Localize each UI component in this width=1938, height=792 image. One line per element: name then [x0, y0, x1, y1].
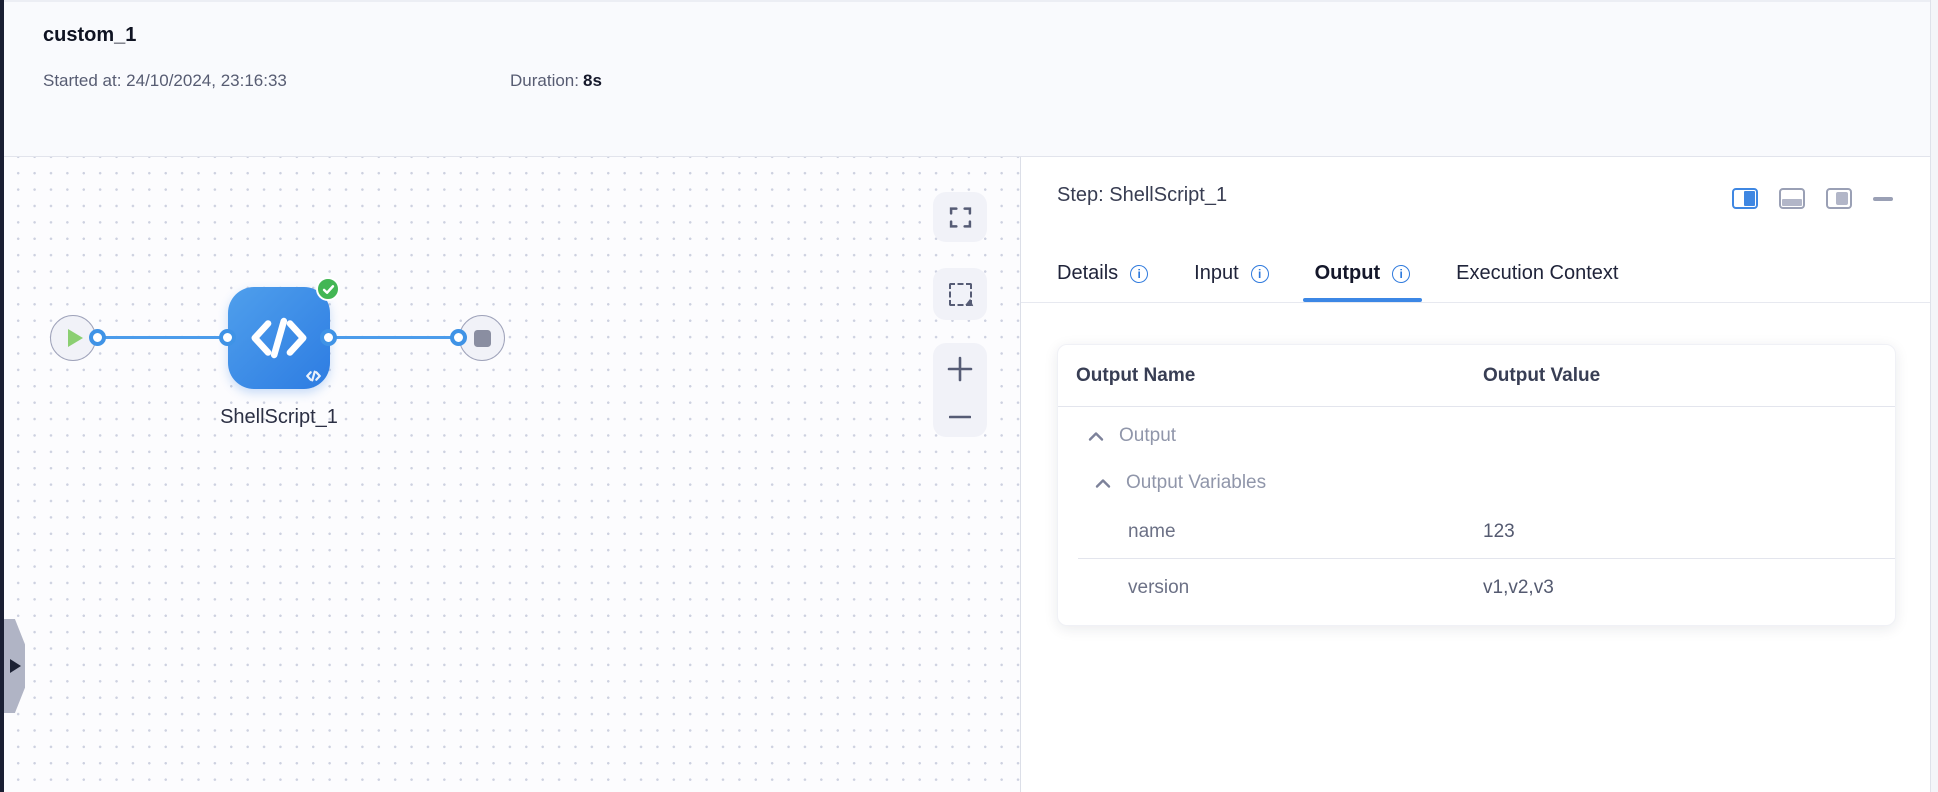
table-row-name: name 123: [1058, 506, 1895, 558]
fit-view-button[interactable]: [933, 192, 987, 242]
info-icon[interactable]: [1392, 264, 1411, 283]
info-icon[interactable]: [1130, 264, 1149, 283]
chevron-up-icon[interactable]: [1095, 478, 1111, 489]
port-end-in[interactable]: [450, 329, 467, 346]
tab-input[interactable]: Input: [1194, 262, 1269, 302]
tab-details[interactable]: Details: [1057, 262, 1149, 302]
run-started-at: Started at: 24/10/2024, 23:16:33: [43, 71, 287, 91]
sidebar-expand-handle[interactable]: [4, 619, 25, 713]
tab-output-label: Output: [1314, 262, 1381, 284]
workflow-canvas[interactable]: ShellScript_1: [4, 157, 1021, 792]
zoom-controls: [933, 343, 987, 437]
success-badge: [316, 277, 340, 301]
tabs-row: Details Input Output Execution Context: [1021, 157, 1930, 303]
marquee-cursor-icon: [964, 298, 976, 309]
group-label: Output Variables: [1126, 472, 1267, 493]
info-icon[interactable]: [1250, 264, 1269, 283]
zoom-out-icon[interactable]: [949, 414, 971, 420]
run-header: custom_1 Started at: 24/10/2024, 23:16:3…: [4, 0, 1930, 157]
marquee-select-button[interactable]: [933, 268, 987, 320]
scrollbar-gutter[interactable]: [1930, 0, 1938, 792]
table-row-version: version v1,v2,v3: [1058, 559, 1895, 617]
output-name-cell: name: [1128, 521, 1176, 542]
tab-execution-context-label: Execution Context: [1456, 262, 1619, 284]
step-node-shellscript[interactable]: [228, 277, 340, 389]
play-icon: [67, 329, 83, 347]
group-label: Output: [1119, 425, 1177, 446]
code-subicon: [306, 370, 321, 382]
started-value: 24/10/2024, 23:16:33: [126, 71, 287, 90]
step-node-label: ShellScript_1: [220, 406, 338, 428]
port-start-out[interactable]: [89, 329, 106, 346]
fullscreen-icon: [949, 206, 971, 228]
group-row-output[interactable]: Output: [1058, 412, 1895, 460]
tab-output[interactable]: Output: [1302, 262, 1422, 302]
started-label: Started at:: [43, 71, 122, 90]
right-panel-icon[interactable]: [1826, 188, 1852, 209]
port-step-in[interactable]: [219, 329, 236, 346]
output-value-cell: v1,v2,v3: [1483, 577, 1554, 598]
split-view-icon[interactable]: [1732, 188, 1758, 209]
output-table-header: Output Name Output Value: [1058, 345, 1895, 407]
stop-icon: [473, 329, 491, 347]
tab-execution-context[interactable]: Execution Context: [1456, 262, 1618, 302]
step-detail-panel: Details Input Output Execution Context S…: [1021, 157, 1930, 792]
step-title: Step: ShellScript_1: [1057, 184, 1228, 206]
chevron-up-icon[interactable]: [1088, 431, 1104, 442]
run-duration: Duration: 8s: [510, 71, 602, 91]
output-value-cell: 123: [1483, 521, 1515, 542]
column-output-value: Output Value: [1483, 364, 1601, 386]
minimize-icon[interactable]: [1873, 196, 1893, 201]
marquee-icon: [948, 282, 976, 309]
output-table-card: Output Name Output Value Output Output V…: [1057, 344, 1896, 626]
run-title: custom_1: [43, 24, 137, 46]
expand-arrow-icon: [10, 659, 21, 673]
code-icon: [251, 317, 307, 359]
tab-input-label: Input: [1194, 262, 1239, 284]
left-rail: [0, 0, 4, 792]
output-name-cell: version: [1128, 577, 1190, 598]
group-row-output-variables[interactable]: Output Variables: [1058, 460, 1895, 506]
duration-value: 8s: [582, 71, 602, 90]
panel-layout-controls: [1732, 188, 1893, 209]
duration-label: Duration:: [510, 71, 579, 90]
tabs: Details Input Output Execution Context: [1057, 262, 1618, 302]
check-icon: [322, 284, 334, 294]
bottom-panel-icon[interactable]: [1779, 188, 1805, 209]
port-step-out[interactable]: [320, 329, 337, 346]
tab-details-label: Details: [1057, 262, 1119, 284]
zoom-in-icon[interactable]: [947, 356, 973, 382]
column-output-name: Output Name: [1076, 364, 1196, 386]
